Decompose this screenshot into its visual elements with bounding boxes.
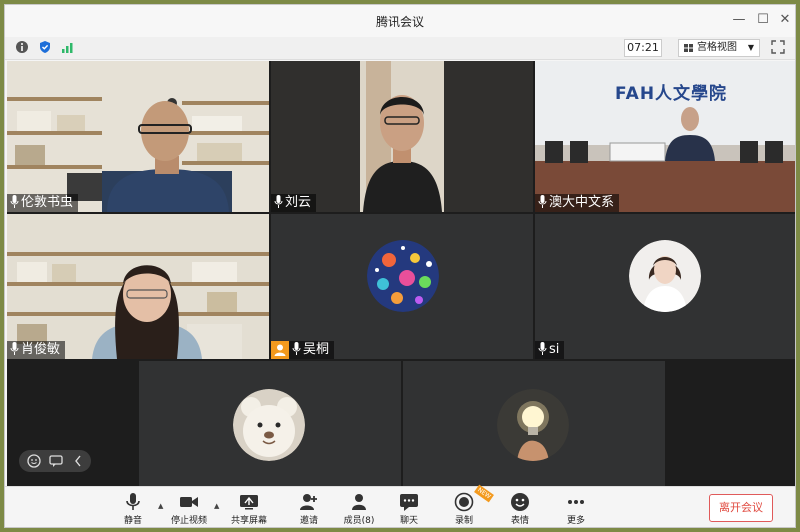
participant-name-tag: si bbox=[535, 341, 565, 359]
chat-bubble-icon[interactable] bbox=[49, 454, 63, 468]
share-screen-icon bbox=[240, 495, 258, 510]
video-camera-icon bbox=[180, 497, 198, 507]
smiley-icon bbox=[511, 493, 529, 511]
video-tile-participant-1[interactable]: 伦敦书虫 bbox=[7, 61, 269, 212]
leave-meeting-button[interactable]: 离开会议 bbox=[709, 494, 773, 522]
video-tile-participant-4[interactable]: 肖俊敏 bbox=[7, 214, 269, 359]
record-icon bbox=[454, 492, 474, 512]
participant-name: 澳大中文系 bbox=[549, 195, 615, 210]
video-grid: 伦敦书虫 刘云 FAH人文學院 澳大中文系 肖俊敏 吴桐 si bbox=[7, 61, 795, 486]
add-user-icon bbox=[300, 494, 317, 510]
participant-name-tag: 吴桐 bbox=[271, 341, 335, 359]
microphone-icon bbox=[274, 195, 283, 208]
record-button[interactable]: 录制 bbox=[442, 492, 486, 527]
window-title: 腾讯会议 bbox=[375, 15, 424, 29]
video-tile-participant-6[interactable]: si bbox=[535, 214, 795, 359]
reaction-overlay-control[interactable] bbox=[19, 450, 91, 472]
more-dots-icon bbox=[568, 500, 584, 504]
participant-name: 刘云 bbox=[285, 195, 312, 210]
meeting-toolbar: 07:21 宫格视图 ▼ bbox=[5, 37, 795, 60]
microphone-icon bbox=[292, 342, 301, 355]
close-button[interactable]: ✕ bbox=[777, 12, 793, 28]
participant-name-tag: 肖俊敏 bbox=[7, 341, 66, 359]
participant-avatar bbox=[367, 240, 439, 312]
members-button[interactable]: 成员(8) bbox=[337, 492, 381, 527]
meeting-controls: 静音 ▲ 停止视频 ▲ 共享屏幕 邀请 成员(8) 聊天 录制 NEW 表情 更… bbox=[5, 484, 795, 527]
video-options-caret[interactable]: ▲ bbox=[214, 502, 219, 510]
room-logo-text: FAH人文學院 bbox=[615, 84, 728, 104]
info-icon[interactable] bbox=[15, 40, 29, 54]
reactions-button[interactable]: 表情 bbox=[498, 492, 542, 527]
microphone-icon bbox=[126, 493, 140, 510]
title-bar: 腾讯会议 — ☐ ✕ bbox=[5, 5, 795, 37]
share-screen-button[interactable]: 共享屏幕 bbox=[227, 492, 271, 527]
participant-video-feed bbox=[7, 214, 269, 359]
maximize-button[interactable]: ☐ bbox=[755, 12, 771, 28]
participant-name-tag: 刘云 bbox=[271, 194, 317, 212]
signal-icon[interactable] bbox=[61, 40, 75, 54]
emoji-icon[interactable] bbox=[27, 454, 41, 468]
minimize-button[interactable]: — bbox=[731, 12, 747, 28]
participant-video-feed bbox=[271, 61, 533, 212]
microphone-icon bbox=[538, 195, 547, 208]
microphone-icon bbox=[538, 342, 547, 355]
participant-avatar bbox=[233, 389, 305, 461]
participant-name: 肖俊敏 bbox=[21, 342, 61, 357]
mute-options-caret[interactable]: ▲ bbox=[158, 502, 163, 510]
participant-name: 吴桐 bbox=[303, 342, 330, 357]
grid-view-icon bbox=[684, 44, 693, 52]
chevron-left-icon[interactable] bbox=[73, 454, 83, 468]
mute-button[interactable]: 静音 bbox=[111, 492, 155, 527]
shield-icon[interactable] bbox=[38, 40, 52, 54]
participant-name: si bbox=[549, 342, 560, 357]
meeting-timer: 07:21 bbox=[624, 39, 662, 57]
video-tile-participant-7[interactable] bbox=[139, 361, 401, 486]
participant-avatar bbox=[497, 389, 569, 461]
chat-icon bbox=[400, 494, 418, 511]
microphone-icon bbox=[10, 342, 19, 355]
meeting-window: 腾讯会议 — ☐ ✕ 07:21 宫格视图 ▼ 伦敦书虫 刘云 FAH人文學院 … bbox=[4, 4, 796, 528]
video-tile-participant-3[interactable]: FAH人文學院 澳大中文系 bbox=[535, 61, 795, 212]
view-mode-dropdown[interactable]: 宫格视图 ▼ bbox=[678, 39, 760, 57]
participant-name-tag: 澳大中文系 bbox=[535, 194, 620, 212]
participant-name-tag: 伦敦书虫 bbox=[7, 194, 79, 212]
more-button[interactable]: 更多 bbox=[554, 492, 598, 527]
participant-avatar bbox=[629, 240, 701, 312]
invite-button[interactable]: 邀请 bbox=[287, 492, 331, 527]
chat-button[interactable]: 聊天 bbox=[387, 492, 431, 527]
video-tile-participant-2[interactable]: 刘云 bbox=[271, 61, 533, 212]
microphone-icon bbox=[10, 195, 19, 208]
video-tile-participant-5[interactable]: 吴桐 bbox=[271, 214, 533, 359]
stop-video-button[interactable]: 停止视频 bbox=[167, 492, 211, 527]
users-icon bbox=[352, 494, 366, 510]
participant-video-feed bbox=[7, 61, 269, 212]
fullscreen-icon[interactable] bbox=[771, 40, 785, 54]
chevron-down-icon: ▼ bbox=[747, 43, 754, 52]
participant-name: 伦敦书虫 bbox=[21, 195, 74, 210]
video-tile-participant-8[interactable] bbox=[403, 361, 665, 486]
room-logo: FAH人文學院 bbox=[615, 79, 727, 104]
host-icon bbox=[271, 341, 289, 359]
view-mode-label: 宫格视图 bbox=[697, 42, 737, 53]
